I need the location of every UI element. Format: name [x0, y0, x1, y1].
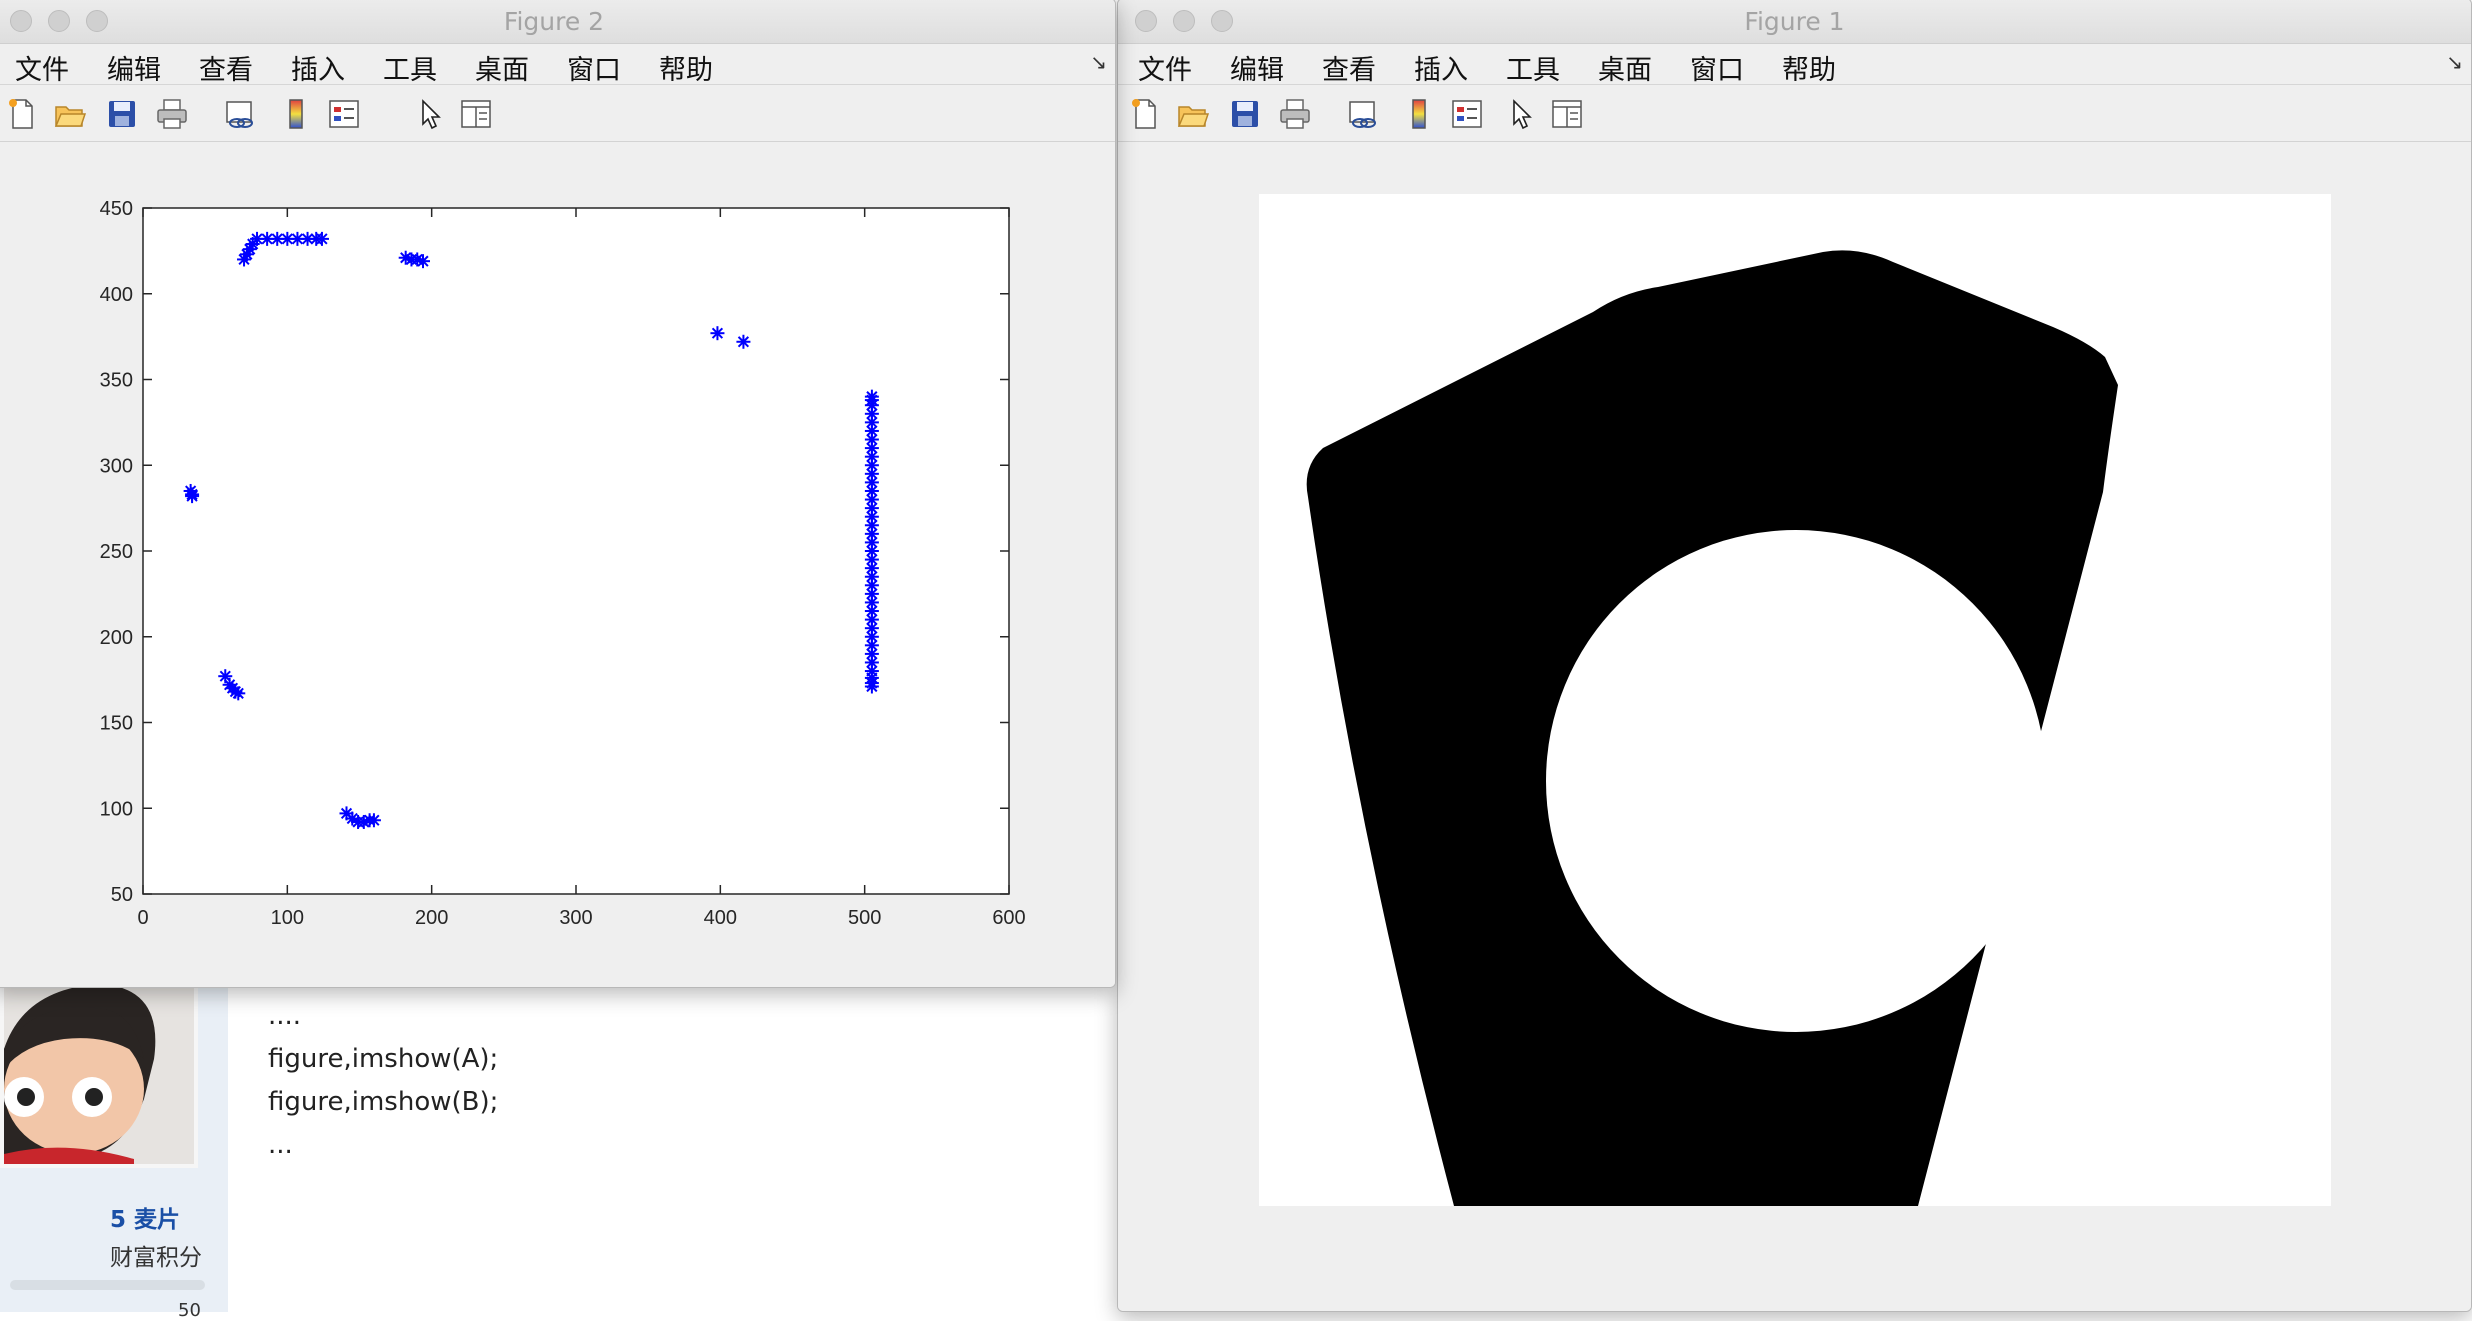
code-line: figure,imshow(A);: [268, 1044, 499, 1074]
points-progress-bar: [10, 1280, 205, 1290]
menu-view[interactable]: 查看: [1322, 48, 1376, 87]
figure2-content: 0 100 200 300 400 500 600 50 100 150 200 250 300 350 4…: [0, 142, 1115, 987]
plot-area: [142, 207, 1010, 895]
open-folder-icon[interactable]: [53, 97, 87, 131]
open-folder-icon[interactable]: [1176, 97, 1210, 131]
pointer-icon[interactable]: [413, 97, 447, 131]
menu-edit[interactable]: 编辑: [1230, 48, 1284, 87]
y-tick-label: 250: [100, 541, 133, 563]
property-inspector-icon[interactable]: [1550, 97, 1584, 131]
x-tick-label: 0: [137, 907, 148, 929]
points-value: 5 麦片: [110, 1207, 181, 1233]
code-line: ....: [268, 1001, 302, 1031]
menu-window[interactable]: 窗口: [567, 48, 621, 87]
window-title: Figure 2: [503, 7, 605, 36]
figure1-content: [1118, 142, 2471, 1311]
figure2-window[interactable]: Figure 2 文件 编辑 查看 插入 工具 桌面 窗口 帮助 ↘ 0 100…: [0, 0, 1116, 988]
figure2-titlebar[interactable]: Figure 2: [0, 0, 1115, 44]
menu-file[interactable]: 文件: [1138, 48, 1192, 87]
menu-dock-arrow-icon[interactable]: ↘: [2446, 50, 2463, 74]
points-label: 财富积分: [110, 1245, 202, 1271]
post-code-block: .... figure,imshow(A); figure,imshow(B);…: [268, 995, 498, 1167]
small-count: 50: [178, 1300, 201, 1321]
y-tick-label: 100: [100, 798, 133, 820]
x-tick-label: 100: [271, 907, 304, 929]
menu-tools[interactable]: 工具: [1506, 48, 1560, 87]
avatar[interactable]: [0, 975, 198, 1168]
window-title: Figure 1: [1744, 7, 1845, 36]
save-icon[interactable]: [105, 97, 139, 131]
y-tick-label: 350: [100, 370, 133, 392]
data-point: [366, 813, 381, 828]
y-tick-label: 150: [100, 713, 133, 735]
pointer-icon[interactable]: [1504, 97, 1538, 131]
figure1-window[interactable]: Figure 1 文件 编辑 查看 插入 工具 桌面 窗口 帮助 ↘: [1117, 0, 2472, 1312]
menu-desktop[interactable]: 桌面: [475, 48, 529, 87]
legend-icon[interactable]: [1450, 97, 1484, 131]
x-tick-label: 500: [848, 907, 881, 929]
property-inspector-icon[interactable]: [459, 97, 493, 131]
menu-dock-arrow-icon[interactable]: ↘: [1090, 50, 1107, 74]
y-tick-label: 50: [111, 884, 133, 906]
link-plot-icon[interactable]: [223, 97, 257, 131]
print-icon[interactable]: [1278, 97, 1312, 131]
scatter-plot: 0 100 200 300 400 500 600 50 100 150 200 250 300 350 4…: [100, 198, 1026, 929]
figure2-menubar: 文件 编辑 查看 插入 工具 桌面 窗口 帮助 ↘: [0, 44, 1115, 87]
figure1-menubar: 文件 编辑 查看 插入 工具 桌面 窗口 帮助 ↘: [1118, 44, 2471, 87]
save-icon[interactable]: [1228, 97, 1262, 131]
data-point: [185, 489, 200, 504]
menu-help[interactable]: 帮助: [1782, 48, 1836, 87]
figure1-toolbar: [1118, 85, 2471, 142]
x-tick-label: 400: [704, 907, 737, 929]
code-line: figure,imshow(B);: [268, 1087, 499, 1117]
binary-image: [1259, 194, 2331, 1206]
white-circle: [1546, 530, 2046, 1032]
new-file-icon[interactable]: [5, 97, 39, 131]
print-icon[interactable]: [155, 97, 189, 131]
menu-help[interactable]: 帮助: [659, 48, 713, 87]
figure1-titlebar[interactable]: Figure 1: [1118, 0, 2471, 44]
x-tick-label: 600: [992, 907, 1025, 929]
new-file-icon[interactable]: [1128, 97, 1162, 131]
menu-window[interactable]: 窗口: [1690, 48, 1744, 87]
menu-view[interactable]: 查看: [199, 48, 253, 87]
y-tick-label: 200: [100, 627, 133, 649]
code-line: ...: [268, 1130, 293, 1160]
colorbar-icon[interactable]: [1402, 97, 1436, 131]
x-tick-label: 200: [415, 907, 448, 929]
data-point: [245, 237, 260, 252]
menu-desktop[interactable]: 桌面: [1598, 48, 1652, 87]
colorbar-icon[interactable]: [279, 97, 313, 131]
link-plot-icon[interactable]: [1346, 97, 1380, 131]
y-tick-label: 300: [100, 455, 133, 477]
data-point: [314, 231, 329, 246]
menu-insert[interactable]: 插入: [1414, 48, 1468, 87]
x-tick-label: 300: [559, 907, 592, 929]
data-point: [416, 254, 431, 269]
menu-tools[interactable]: 工具: [383, 48, 437, 87]
menu-insert[interactable]: 插入: [291, 48, 345, 87]
y-tick-label: 400: [100, 284, 133, 306]
legend-icon[interactable]: [327, 97, 361, 131]
y-tick-label: 450: [100, 198, 133, 220]
figure2-toolbar: [0, 85, 1115, 142]
menu-edit[interactable]: 编辑: [107, 48, 161, 87]
menu-file[interactable]: 文件: [15, 48, 69, 87]
